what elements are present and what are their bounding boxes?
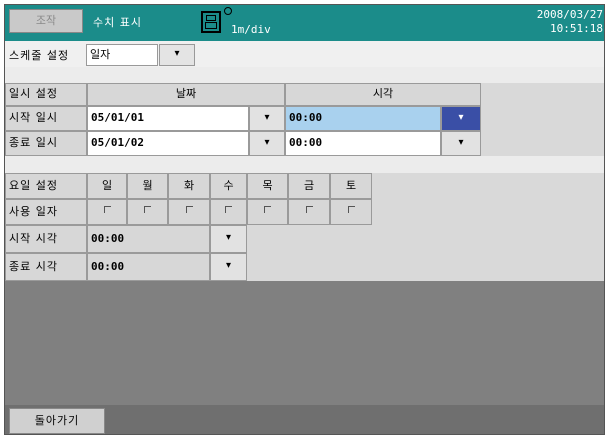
use-checkbox-wed[interactable] [210, 199, 247, 225]
datetime-setting-label: 일시 설정 [5, 83, 87, 106]
weekday-tue: 화 [168, 173, 210, 199]
status-indicator-icon [224, 7, 232, 15]
bottom-bar: 돌아가기 [5, 405, 604, 434]
schedule-type-field[interactable]: 일자 [86, 44, 158, 66]
start-date-dropdown-button[interactable]: ▾ [249, 106, 285, 131]
section-spacer-2 [5, 156, 604, 173]
use-checkbox-thu[interactable] [247, 199, 288, 225]
weekday-mon: 월 [127, 173, 168, 199]
use-checkbox-tue[interactable] [168, 199, 210, 225]
start-datetime-label: 시작 일시 [5, 106, 87, 131]
weekday-wed: 수 [210, 173, 247, 199]
weekday-sun: 일 [87, 173, 127, 199]
weekday-end-time-field[interactable]: 00:00 [87, 253, 210, 281]
use-checkbox-mon[interactable] [127, 199, 168, 225]
time-per-division: 1m/div [231, 23, 271, 36]
storage-disk-icon [201, 11, 221, 33]
section-spacer [5, 67, 604, 83]
empty-lower-panel [5, 281, 604, 405]
use-checkbox-sun[interactable] [87, 199, 127, 225]
schedule-setting-label: 스케줄 설정 [9, 49, 70, 62]
top-bar: 조작 수치 표시 1m/div 2008/03/27 10:51:18 [5, 5, 604, 41]
schedule-setting-row: 스케줄 설정 일자 ▾ [5, 41, 604, 67]
use-checkbox-sat[interactable] [330, 199, 372, 225]
current-date: 2008/03/27 [536, 8, 603, 21]
start-time-field[interactable]: 00:00 [285, 106, 441, 131]
weekday-fri: 금 [288, 173, 330, 199]
weekday-start-time-field[interactable]: 00:00 [87, 225, 210, 253]
weekday-start-time-dropdown-button[interactable]: ▾ [210, 225, 247, 253]
date-column-header: 날짜 [87, 83, 285, 106]
end-date-dropdown-button[interactable]: ▾ [249, 131, 285, 156]
time-column-header: 시각 [285, 83, 481, 106]
weekday-thu: 목 [247, 173, 288, 199]
use-day-label: 사용 일자 [5, 199, 87, 225]
back-button[interactable]: 돌아가기 [9, 408, 105, 434]
operation-button[interactable]: 조작 [9, 9, 83, 33]
end-datetime-label: 종료 일시 [5, 131, 87, 156]
end-time-field[interactable]: 00:00 [285, 131, 441, 156]
schedule-screen: 조작 수치 표시 1m/div 2008/03/27 10:51:18 스케줄 … [4, 4, 605, 435]
end-time-label: 종료 시각 [5, 253, 87, 281]
end-date-field[interactable]: 05/01/02 [87, 131, 249, 156]
display-mode-title: 수치 표시 [93, 16, 142, 29]
start-time-label: 시작 시각 [5, 225, 87, 253]
weekday-setting-label: 요일 설정 [5, 173, 87, 199]
current-time: 10:51:18 [550, 22, 603, 35]
end-time-dropdown-button[interactable]: ▾ [441, 131, 481, 156]
weekday-end-time-dropdown-button[interactable]: ▾ [210, 253, 247, 281]
start-date-field[interactable]: 05/01/01 [87, 106, 249, 131]
use-checkbox-fri[interactable] [288, 199, 330, 225]
current-datetime: 2008/03/27 10:51:18 [537, 8, 603, 36]
weekday-sat: 토 [330, 173, 372, 199]
schedule-type-dropdown-button[interactable]: ▾ [159, 44, 195, 66]
start-time-dropdown-button[interactable]: ▾ [441, 106, 481, 131]
